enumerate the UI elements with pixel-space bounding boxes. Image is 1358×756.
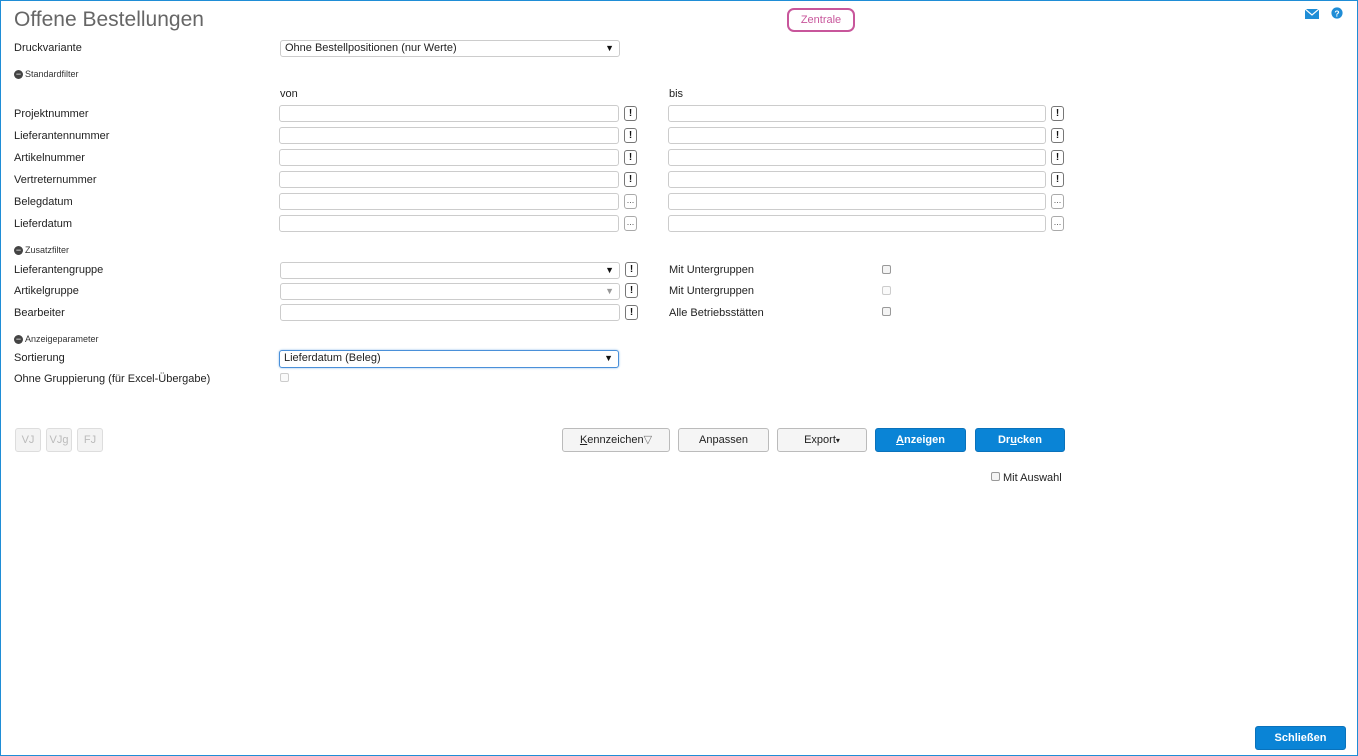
anzeigen-button[interactable]: Anzeigen (875, 428, 966, 452)
lieferantengruppe-select[interactable]: ▼ (280, 262, 620, 279)
vj-button[interactable]: VJ (15, 428, 41, 452)
anzeigen-accesskey: A (896, 434, 904, 446)
druckvariante-select[interactable]: Ohne Bestellpositionen (nur Werte) ▼ (280, 40, 620, 57)
artikelnummer-von-input[interactable] (279, 149, 619, 166)
filter-funnel-icon: ▽ (643, 434, 653, 446)
alle-betriebsstaetten-checkbox[interactable] (882, 307, 891, 316)
zusatzfilter-title: Zusatzfilter (25, 245, 70, 255)
projektnummer-label: Projektnummer (14, 108, 89, 120)
mit-untergruppen-label-1: Mit Untergruppen (669, 264, 754, 276)
export-button[interactable]: Export▾ (777, 428, 867, 452)
vertreternummer-bis-input[interactable] (668, 171, 1046, 188)
vertreternummer-bis-lookup-button[interactable]: ! (1051, 172, 1064, 187)
export-label: Export (804, 434, 836, 446)
mail-icon[interactable] (1305, 8, 1319, 20)
belegdatum-bis-date-picker-button[interactable]: ... (1051, 194, 1064, 209)
anpassen-button[interactable]: Anpassen (678, 428, 769, 452)
lieferdatum-bis-input[interactable] (668, 215, 1046, 232)
standardfilter-title: Standardfilter (25, 69, 79, 79)
page-title: Offene Bestellungen (14, 8, 204, 31)
bis-label: bis (669, 88, 684, 100)
sortierung-value: Lieferdatum (Beleg) (284, 352, 381, 364)
svg-text:?: ? (1334, 8, 1339, 18)
sortierung-label: Sortierung (14, 352, 65, 364)
artikelnummer-bis-input[interactable] (668, 149, 1046, 166)
lieferantengruppe-lookup-button[interactable]: ! (625, 262, 638, 277)
anzeigen-label: nzeigen (904, 434, 945, 446)
ohne-gruppierung-label: Ohne Gruppierung (für Excel-Übergabe) (14, 373, 211, 385)
fj-button[interactable]: FJ (77, 428, 103, 452)
caret-down-icon: ▾ (835, 436, 840, 445)
belegdatum-label: Belegdatum (14, 196, 73, 208)
chevron-down-icon: ▼ (605, 286, 614, 296)
projektnummer-bis-input[interactable] (668, 105, 1046, 122)
mit-untergruppen-checkbox-2[interactable] (882, 286, 891, 295)
mit-untergruppen-checkbox-1[interactable] (882, 265, 891, 274)
kennzeichen-label: ennzeichen (587, 434, 644, 446)
mit-untergruppen-label-2: Mit Untergruppen (669, 285, 754, 297)
projektnummer-von-lookup-button[interactable]: ! (624, 106, 637, 121)
drucken-accesskey: u (1010, 434, 1017, 446)
lieferantennummer-bis-input[interactable] (668, 127, 1046, 144)
vertreternummer-label: Vertreternummer (14, 174, 97, 186)
standardfilter-section-toggle[interactable]: − Standardfilter (14, 69, 79, 79)
lieferdatum-bis-date-picker-button[interactable]: ... (1051, 216, 1064, 231)
sortierung-select[interactable]: Lieferdatum (Beleg) ▼ (279, 350, 619, 368)
projektnummer-von-input[interactable] (279, 105, 619, 122)
vjg-button[interactable]: VJg (46, 428, 72, 452)
artikelnummer-von-lookup-button[interactable]: ! (624, 150, 637, 165)
kennzeichen-button[interactable]: Kennzeichen▽ (562, 428, 670, 452)
artikelgruppe-label: Artikelgruppe (14, 285, 79, 297)
drucken-button[interactable]: Drucken (975, 428, 1065, 452)
artikelnummer-bis-lookup-button[interactable]: ! (1051, 150, 1064, 165)
vertreternummer-von-input[interactable] (279, 171, 619, 188)
collapse-icon: − (14, 68, 23, 79)
lieferantennummer-von-input[interactable] (279, 127, 619, 144)
von-label: von (280, 88, 298, 100)
bearbeiter-input[interactable] (280, 304, 620, 321)
projektnummer-bis-lookup-button[interactable]: ! (1051, 106, 1064, 121)
anzeigeparameter-title: Anzeigeparameter (25, 334, 99, 344)
drucken-label-rest: cken (1016, 434, 1043, 446)
schliessen-button[interactable]: Schließen (1255, 726, 1346, 750)
mit-auswahl-checkbox[interactable] (991, 472, 1000, 481)
belegdatum-von-input[interactable] (279, 193, 619, 210)
belegdatum-von-date-picker-button[interactable]: ... (624, 194, 637, 209)
druckvariante-value: Ohne Bestellpositionen (nur Werte) (285, 42, 457, 54)
lieferdatum-von-date-picker-button[interactable]: ... (624, 216, 637, 231)
zusatzfilter-section-toggle[interactable]: − Zusatzfilter (14, 245, 69, 255)
collapse-icon: − (14, 244, 23, 255)
alle-betriebsstaetten-label: Alle Betriebsstätten (669, 307, 764, 319)
bearbeiter-lookup-button[interactable]: ! (625, 305, 638, 320)
lieferantennummer-bis-lookup-button[interactable]: ! (1051, 128, 1064, 143)
help-icon[interactable]: ? (1330, 7, 1344, 19)
artikelnummer-label: Artikelnummer (14, 152, 85, 164)
anzeigeparameter-section-toggle[interactable]: − Anzeigeparameter (14, 334, 99, 344)
chevron-down-icon: ▼ (604, 353, 613, 363)
lieferdatum-label: Lieferdatum (14, 218, 73, 230)
lieferantennummer-label: Lieferantennummer (14, 130, 110, 142)
mit-auswahl-label: Mit Auswahl (1003, 472, 1062, 484)
belegdatum-bis-input[interactable] (668, 193, 1046, 210)
artikelgruppe-select[interactable]: ▼ (280, 283, 620, 300)
druckvariante-label: Druckvariante (14, 42, 82, 54)
lieferantennummer-von-lookup-button[interactable]: ! (624, 128, 637, 143)
lieferdatum-von-input[interactable] (279, 215, 619, 232)
ohne-gruppierung-checkbox[interactable] (280, 373, 289, 382)
bearbeiter-label: Bearbeiter (14, 307, 65, 319)
chevron-down-icon: ▼ (605, 43, 614, 53)
vertreternummer-von-lookup-button[interactable]: ! (624, 172, 637, 187)
branch-badge[interactable]: Zentrale (787, 8, 855, 32)
artikelgruppe-lookup-button[interactable]: ! (625, 283, 638, 298)
collapse-icon: − (14, 333, 23, 344)
drucken-label-pre: Dr (997, 434, 1011, 446)
chevron-down-icon: ▼ (605, 265, 614, 275)
lieferantengruppe-label: Lieferantengruppe (14, 264, 104, 276)
